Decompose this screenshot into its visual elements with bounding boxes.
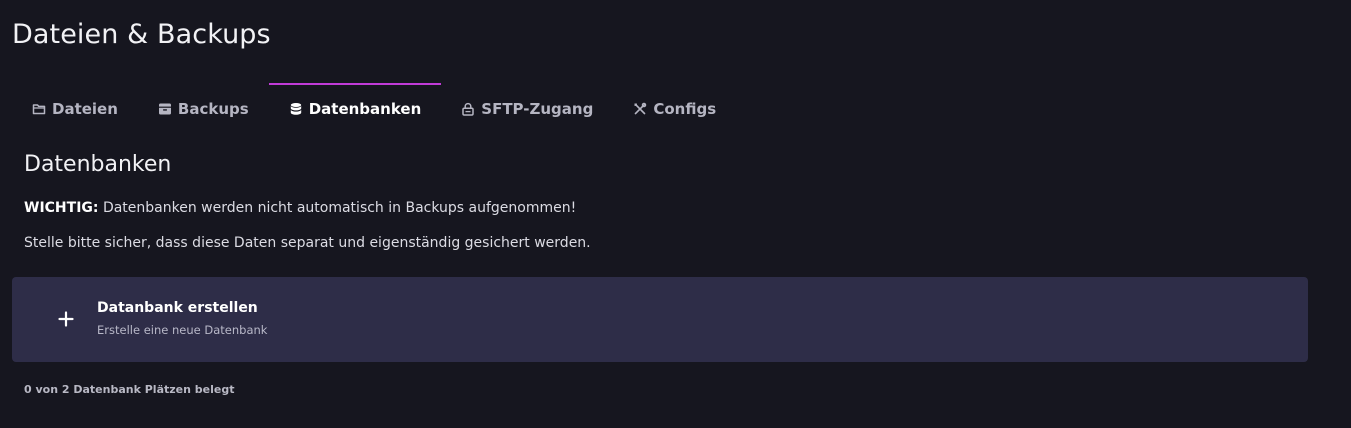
tab-backups[interactable]: Backups (138, 83, 269, 135)
database-icon (289, 102, 303, 116)
tab-label: Backups (177, 100, 249, 118)
tab-label: SFTP-Zugang (481, 100, 594, 118)
create-card-subtitle: Erstelle eine neue Datenbank (97, 323, 268, 337)
tab-sftp-zugang[interactable]: SFTP-Zugang (441, 83, 613, 135)
create-card-title: Datanbank erstellen (97, 300, 258, 316)
tools-icon (633, 102, 647, 116)
database-slots-usage: 0 von 2 Datenbank Plätzen belegt (24, 383, 235, 396)
warning-label: WICHTIG: (24, 200, 99, 216)
section-title: Datenbanken (24, 152, 172, 177)
info-notice: Stelle bitte sicher, dass diese Daten se… (24, 235, 591, 251)
page-title: Dateien & Backups (12, 19, 271, 50)
warning-notice: WICHTIG: Datenbanken werden nicht automa… (24, 200, 576, 216)
page: Dateien & Backups Dateien Backups Datenb… (0, 0, 1351, 428)
folder-icon (32, 102, 46, 116)
tab-dateien[interactable]: Dateien (12, 83, 138, 135)
tab-configs[interactable]: Configs (613, 83, 736, 135)
tab-datenbanken[interactable]: Datenbanken (268, 83, 442, 135)
lock-icon (461, 102, 475, 116)
tab-label: Dateien (52, 100, 118, 118)
tab-label: Configs (653, 100, 717, 118)
tab-label: Datenbanken (308, 100, 422, 118)
archive-icon (158, 102, 172, 116)
warning-text: Datenbanken werden nicht automatisch in … (98, 200, 577, 216)
tab-bar: Dateien Backups Datenbanken SFTP-Zugang … (12, 83, 736, 135)
create-database-button[interactable]: Datanbank erstellen Erstelle eine neue D… (12, 277, 1308, 362)
plus-icon (54, 307, 78, 331)
